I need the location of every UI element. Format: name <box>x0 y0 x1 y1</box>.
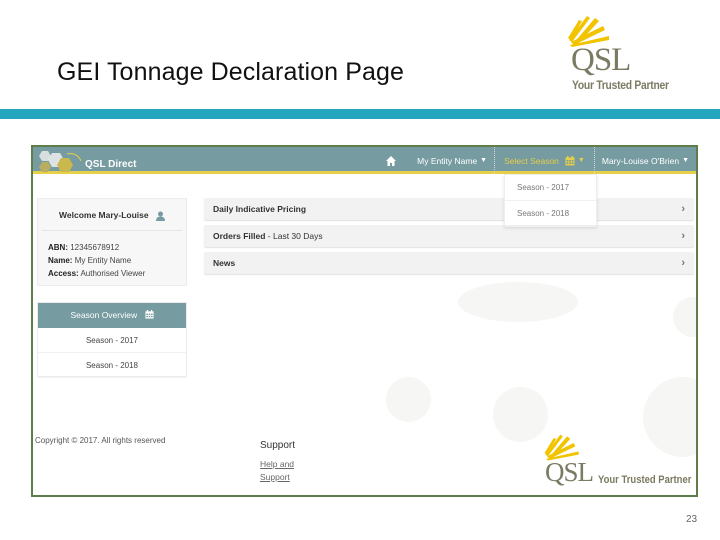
abn-row: ABN: 12345678912 <box>48 241 186 254</box>
logo-tagline: Your Trusted Partner <box>572 78 669 92</box>
panel-label: Orders Filled - Last 30 Days <box>213 231 323 241</box>
app-screenshot: QSL Direct My Entity Name ▼ Select Seaso… <box>31 145 698 497</box>
copyright-text: Copyright © 2017. All rights reserved <box>35 436 166 445</box>
home-icon <box>386 155 397 166</box>
panel-orders-filled[interactable]: Orders Filled - Last 30 Days › <box>204 225 694 247</box>
footer-qsl-logo: QSL Your Trusted Partner <box>542 433 696 493</box>
season-overview-2018[interactable]: Season - 2018 <box>38 353 186 378</box>
panel-label-bold: News <box>213 258 236 268</box>
season-option-2018[interactable]: Season - 2018 <box>505 201 596 227</box>
panel-news[interactable]: News › <box>204 252 694 274</box>
panel-daily-indicative-pricing[interactable]: Daily Indicative Pricing › <box>204 198 694 220</box>
access-label: Access: <box>48 269 79 278</box>
access-value: Authorised Viewer <box>80 269 146 278</box>
season-option-2017[interactable]: Season - 2017 <box>505 175 596 201</box>
calendar-icon <box>565 155 575 165</box>
entity-dropdown[interactable]: My Entity Name ▼ <box>410 147 494 174</box>
welcome-card: Welcome Mary-Louise ABN: 12345678912 Nam… <box>37 198 187 286</box>
chevron-right-icon: › <box>681 203 685 215</box>
welcome-text: Welcome Mary-Louise <box>59 210 149 220</box>
user-menu[interactable]: Mary-Louise O'Brien ▼ <box>595 147 696 174</box>
support-section: Support Help and Support <box>260 440 300 484</box>
chevron-right-icon: › <box>681 257 685 269</box>
help-link-line-2: Support <box>260 472 290 482</box>
name-value: My Entity Name <box>74 256 132 265</box>
panel-label-bold: Orders Filled <box>213 231 266 241</box>
hexagon-logo-icon <box>39 151 82 172</box>
season-overview-card: Season Overview Season - 2017 Season - 2… <box>37 302 187 378</box>
footer-logo-brand: QSL <box>545 457 594 487</box>
dashboard-panels: Daily Indicative Pricing › Orders Filled… <box>204 198 694 279</box>
header-band <box>0 109 720 119</box>
welcome-title: Welcome Mary-Louise <box>42 199 182 231</box>
caret-down-icon: ▼ <box>682 157 689 164</box>
qsl-logo: QSL Your Trusted Partner <box>565 14 685 94</box>
panel-label: Daily Indicative Pricing <box>213 204 306 214</box>
caret-down-icon: ▼ <box>480 157 488 164</box>
season-label: Select Season <box>504 155 559 166</box>
chevron-right-icon: › <box>681 230 685 242</box>
qsl-direct-logo[interactable] <box>37 149 85 173</box>
home-link[interactable] <box>378 147 410 174</box>
panel-label: News <box>213 258 235 268</box>
entity-label: My Entity Name <box>417 155 478 166</box>
support-heading: Support <box>260 440 296 451</box>
help-support-link[interactable]: Help and Support <box>260 458 300 484</box>
page-number: 23 <box>686 514 698 525</box>
caret-down-icon: ▼ <box>577 157 585 164</box>
season-dropdown[interactable]: Select Season ▼ <box>494 147 595 174</box>
account-info: ABN: 12345678912 Name: My Entity Name Ac… <box>38 231 186 280</box>
app-navbar: QSL Direct My Entity Name ▼ Select Seaso… <box>33 147 696 174</box>
slide-title: GEI Tonnage Declaration Page <box>57 58 405 86</box>
abn-label: ABN: <box>48 243 68 252</box>
name-row: Name: My Entity Name <box>48 254 186 267</box>
season-overview-2017[interactable]: Season - 2017 <box>38 328 186 353</box>
help-link-line-1: Help and <box>260 459 295 469</box>
abn-value: 12345678912 <box>70 243 120 252</box>
panel-label-rest: - Last 30 Days <box>265 231 323 241</box>
user-icon <box>155 211 165 221</box>
brand-name: QSL Direct <box>85 159 137 170</box>
logo-brand: QSL <box>571 42 631 78</box>
panel-label-bold: Daily Indicative Pricing <box>213 204 307 214</box>
season-overview-header: Season Overview <box>38 303 186 328</box>
season-dropdown-menu: Season - 2017 Season - 2018 <box>504 174 597 227</box>
name-label: Name: <box>48 256 73 265</box>
access-row: Access: Authorised Viewer <box>48 267 186 280</box>
season-overview-title: Season Overview <box>70 310 138 320</box>
user-name: Mary-Louise O'Brien <box>601 155 680 166</box>
calendar-icon <box>144 310 154 319</box>
footer-logo-tagline: Your Trusted Partner <box>598 474 692 486</box>
